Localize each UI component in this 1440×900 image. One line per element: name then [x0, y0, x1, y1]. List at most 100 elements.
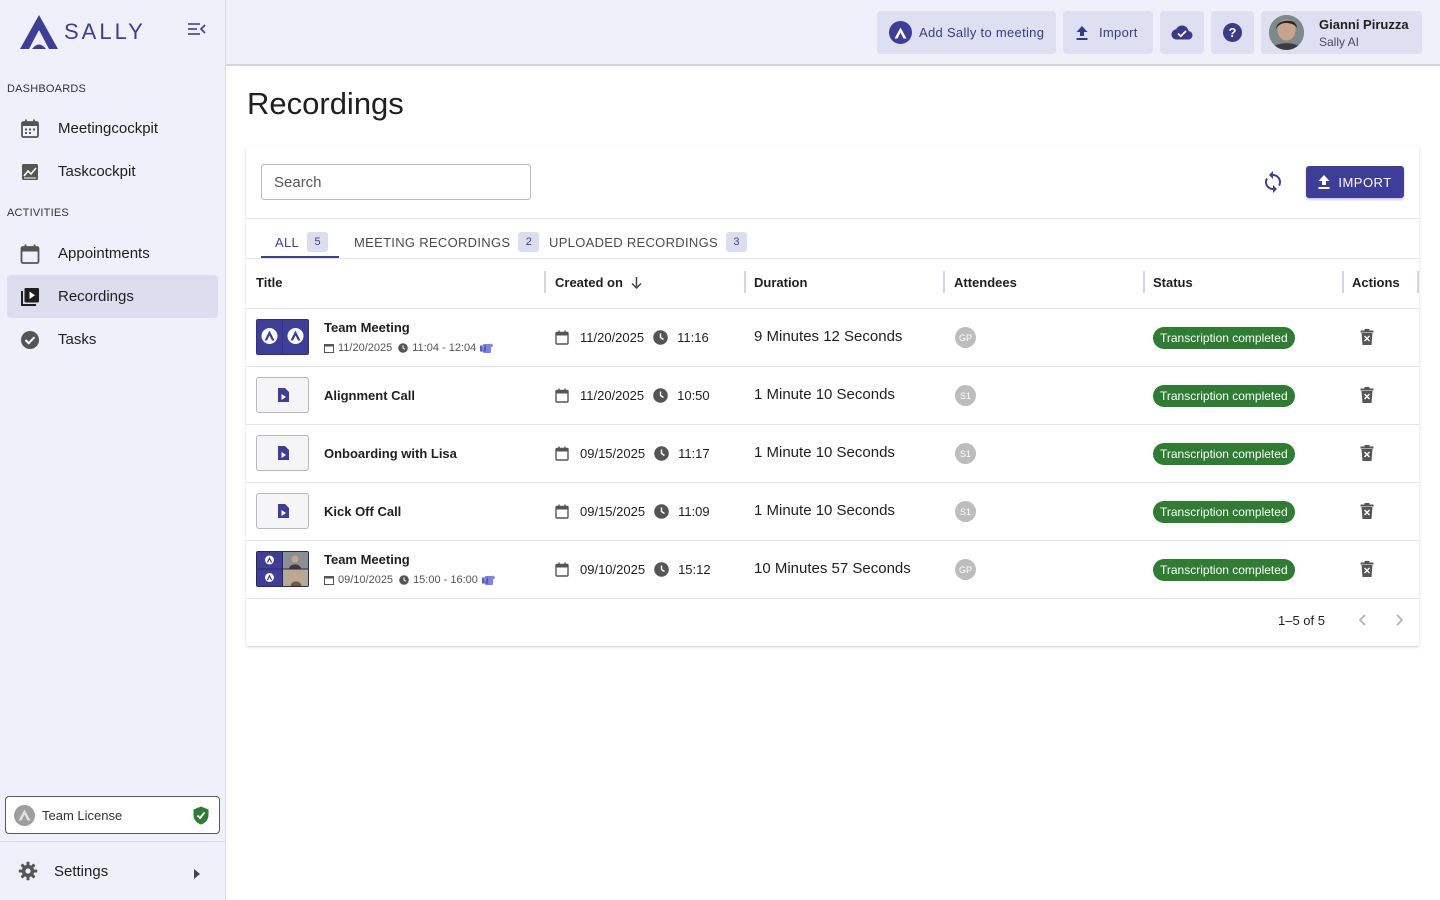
row-title[interactable]: Kick Off Call [324, 504, 401, 519]
table-row[interactable]: Onboarding with Lisa 09/15/2025 11:17 1 … [246, 425, 1419, 483]
row-title[interactable]: Team Meeting [324, 552, 410, 567]
column-separator[interactable] [943, 271, 945, 293]
created-on: 09/15/2025 11:17 [555, 446, 710, 461]
attendee-avatar[interactable]: S1 [955, 501, 976, 522]
sidebar-item-appointments[interactable]: Appointments [7, 232, 218, 275]
file-thumbnail[interactable] [256, 435, 309, 471]
divider [246, 258, 1419, 259]
sidebar-item-label: Taskcockpit [58, 163, 136, 180]
tab-label: UPLOADED RECORDINGS [549, 234, 718, 250]
recordings-card: IMPORT ALL 5 MEETING RECORDINGS 2 UPLOAD… [246, 146, 1419, 646]
column-separator[interactable] [1143, 271, 1145, 293]
column-header-status[interactable]: Status [1153, 275, 1193, 290]
file-thumbnail[interactable] [256, 377, 309, 413]
clock-icon [398, 343, 409, 353]
chevron-right-icon [194, 866, 200, 884]
row-title[interactable]: Team Meeting [324, 320, 410, 335]
column-separator[interactable] [544, 271, 546, 293]
previous-page-icon[interactable] [1353, 609, 1373, 631]
next-page-icon[interactable] [1389, 609, 1409, 631]
delete-icon[interactable] [1360, 561, 1376, 579]
add-sally-label: Add Sally to meeting [919, 25, 1045, 40]
tab-uploaded-recordings[interactable]: UPLOADED RECORDINGS 3 [549, 226, 747, 258]
column-header-actions: Actions [1352, 275, 1400, 290]
created-time: 10:50 [677, 388, 710, 403]
sidebar-divider [0, 841, 226, 842]
meeting-thumbnail[interactable] [256, 319, 309, 355]
add-sally-to-meeting-button[interactable]: Add Sally to meeting [877, 11, 1056, 54]
row-title[interactable]: Alignment Call [324, 388, 415, 403]
attendee-avatar[interactable]: GP [955, 327, 976, 348]
tab-count-badge: 2 [518, 232, 540, 252]
clock-icon [654, 562, 669, 577]
table-row[interactable]: Kick Off Call 09/15/2025 11:09 1 Minute … [246, 483, 1419, 541]
file-thumbnail[interactable] [256, 493, 309, 529]
column-header-duration[interactable]: Duration [754, 275, 807, 290]
sidebar: SALLY DASHBOARDS Meetingcockpit Taskcock… [0, 0, 226, 900]
column-header-title[interactable]: Title [256, 275, 283, 290]
attendee-avatar[interactable]: S1 [955, 443, 976, 464]
topbar-import-label: Import [1099, 25, 1138, 40]
table-row[interactable]: Team Meeting 09/10/2025 15:00 - 16:00 T … [246, 541, 1419, 599]
created-date: 09/15/2025 [580, 446, 646, 461]
collapse-menu-icon[interactable] [188, 22, 210, 42]
column-separator[interactable] [744, 271, 746, 293]
file-icon [277, 388, 289, 402]
status-badge: Transcription completed [1153, 559, 1295, 581]
cloud-done-icon [1171, 25, 1193, 40]
settings-menu[interactable]: Settings [0, 849, 226, 893]
duration: 9 Minutes 12 Seconds [754, 328, 903, 345]
delete-icon[interactable] [1360, 503, 1376, 521]
calendar-icon [555, 330, 569, 345]
settings-label: Settings [54, 862, 109, 880]
cloud-sync-button[interactable] [1160, 11, 1204, 54]
section-label-dashboards: DASHBOARDS [7, 83, 87, 95]
table-row[interactable]: Team Meeting 11/20/2025 11:04 - 12:04 T … [246, 309, 1419, 367]
duration: 10 Minutes 57 Seconds [754, 560, 911, 577]
delete-icon[interactable] [1360, 445, 1376, 463]
user-menu[interactable]: Gianni Piruzza Sally AI [1261, 11, 1422, 54]
divider [246, 218, 1419, 219]
column-separator[interactable] [1342, 271, 1344, 293]
topbar-import-button[interactable]: Import [1063, 11, 1153, 54]
created-date: 09/10/2025 [580, 562, 646, 577]
table-row[interactable]: Alignment Call 11/20/2025 10:50 1 Minute… [246, 367, 1419, 425]
delete-icon[interactable] [1360, 329, 1376, 347]
created-time: 11:09 [678, 504, 710, 519]
column-header-attendees[interactable]: Attendees [954, 275, 1017, 290]
meeting-thumbnail[interactable] [256, 551, 309, 587]
attendee-avatar[interactable]: S1 [955, 385, 976, 406]
search-input[interactable] [261, 164, 531, 200]
tab-meeting-recordings[interactable]: MEETING RECORDINGS 2 [354, 226, 540, 258]
row-title[interactable]: Onboarding with Lisa [324, 446, 457, 461]
created-date: 09/15/2025 [580, 504, 646, 519]
import-button[interactable]: IMPORT [1306, 166, 1404, 198]
calendar-icon [555, 388, 569, 403]
pagination-label: 1–5 of 5 [1278, 613, 1325, 628]
sidebar-item-label: Tasks [58, 331, 97, 348]
tab-count-badge: 5 [307, 232, 329, 252]
sidebar-item-meetingcockpit[interactable]: Meetingcockpit [7, 107, 218, 150]
import-button-label: IMPORT [1338, 174, 1392, 190]
help-button[interactable]: ? [1211, 11, 1254, 54]
column-header-created-on[interactable]: Created on [555, 275, 642, 290]
created-date: 11/20/2025 [580, 330, 645, 345]
meeting-date: 09/10/2025 [338, 574, 394, 586]
sidebar-item-taskcockpit[interactable]: Taskcockpit [7, 150, 218, 193]
attendee-avatar[interactable]: GP [955, 559, 976, 580]
refresh-icon[interactable] [1261, 170, 1285, 194]
tab-all[interactable]: ALL 5 [275, 226, 329, 258]
gear-icon [18, 861, 38, 881]
brand-logo[interactable]: SALLY [18, 13, 146, 51]
upload-icon [1318, 175, 1330, 189]
sidebar-item-recordings[interactable]: Recordings [7, 275, 218, 318]
file-icon [277, 446, 289, 460]
help-icon: ? [1223, 23, 1242, 42]
arrow-down-icon [631, 276, 642, 289]
tab-label: MEETING RECORDINGS [354, 234, 511, 250]
delete-icon[interactable] [1360, 387, 1376, 405]
sidebar-item-tasks[interactable]: Tasks [7, 318, 218, 361]
check-circle-icon [8, 330, 52, 350]
clock-icon [654, 446, 669, 461]
license-badge[interactable]: Team License [5, 796, 220, 834]
